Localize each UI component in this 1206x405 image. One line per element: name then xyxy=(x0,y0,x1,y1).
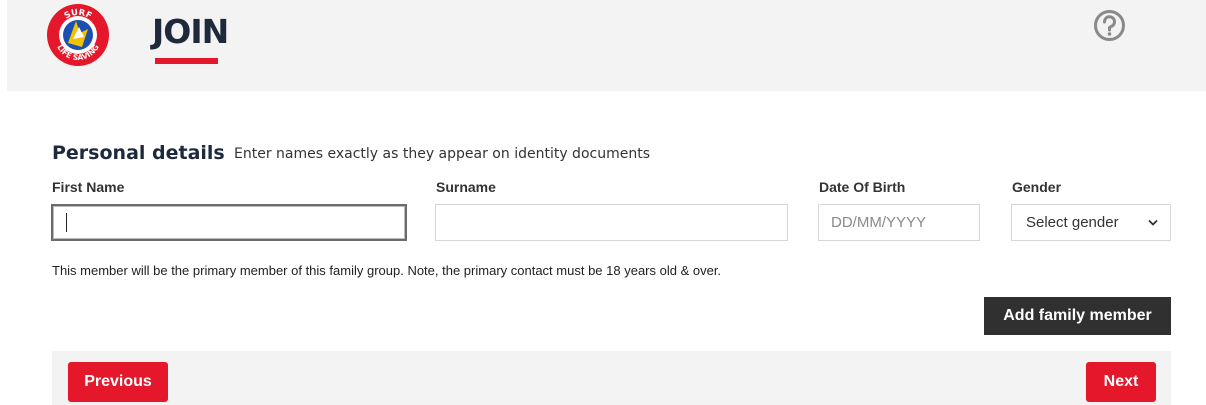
text-cursor xyxy=(66,213,67,232)
personal-details-subtitle: Enter names exactly as they appear on id… xyxy=(234,146,650,162)
surname-label: Surname xyxy=(436,179,496,195)
first-name-label: First Name xyxy=(52,179,125,195)
primary-member-note: This member will be the primary member o… xyxy=(52,263,722,278)
chevron-down-icon xyxy=(1148,219,1158,226)
gender-label: Gender xyxy=(1012,179,1062,195)
dob-label: Date Of Birth xyxy=(819,179,906,195)
page-title: JOIN xyxy=(152,12,229,51)
dob-input[interactable] xyxy=(818,204,980,241)
previous-button[interactable]: Previous xyxy=(68,362,168,402)
next-button[interactable]: Next xyxy=(1086,362,1156,402)
personal-details-heading: Personal details xyxy=(52,142,225,164)
gender-select[interactable]: Select gender xyxy=(1011,204,1171,241)
title-underline xyxy=(155,58,218,64)
first-name-input[interactable] xyxy=(51,204,407,241)
form-footer xyxy=(52,351,1171,405)
surname-input[interactable] xyxy=(435,204,788,241)
add-family-member-button[interactable]: Add family member xyxy=(984,297,1171,335)
help-icon[interactable] xyxy=(1093,9,1126,42)
gender-select-value: Select gender xyxy=(1026,214,1119,231)
surf-life-saving-logo[interactable]: SURF LIFE SAVING xyxy=(46,3,110,67)
